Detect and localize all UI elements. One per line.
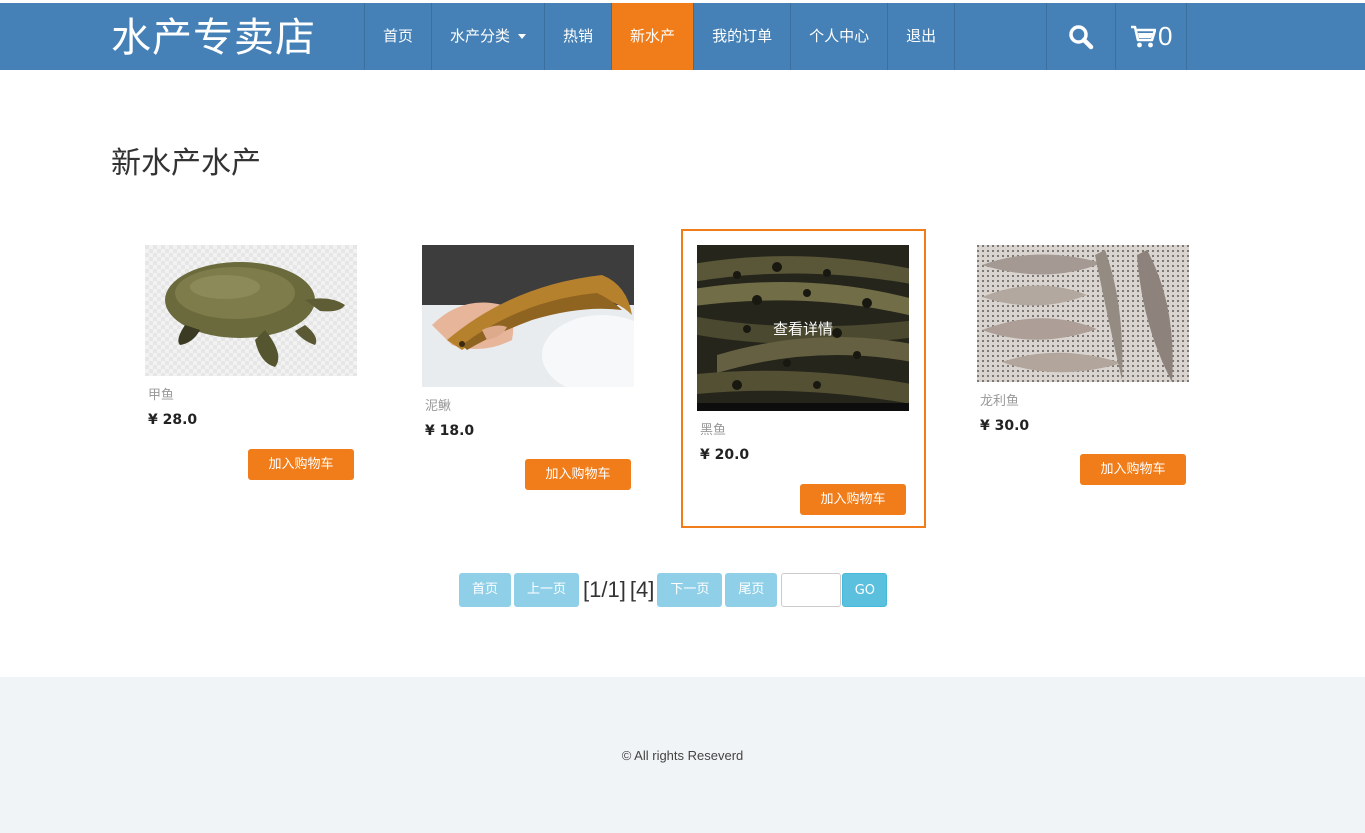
brand-logo[interactable]: 水产专卖店 <box>111 6 316 70</box>
last-page-button[interactable]: 尾页 <box>725 573 778 607</box>
copyright-text: © All rights Reseverd <box>621 748 744 763</box>
product-image-sole[interactable] <box>977 245 1189 382</box>
nav-item-hot[interactable]: 热销 <box>545 3 613 70</box>
search-icon <box>1069 24 1094 49</box>
product-name[interactable]: 泥鳅 <box>425 395 649 414</box>
view-details-overlay[interactable]: 查看详情 <box>697 245 909 411</box>
navbar: 水产专卖店 首页 水产分类 热销 新水产 我的订单 个人中心 退出 0 <box>0 3 1365 70</box>
cart-button[interactable]: 0 <box>1116 3 1188 70</box>
nav-item-profile[interactable]: 个人中心 <box>791 3 889 70</box>
add-to-cart-button[interactable]: 加入购物车 <box>1080 454 1186 485</box>
product-name[interactable]: 黑鱼 <box>700 419 924 438</box>
nav-item-home[interactable]: 首页 <box>365 3 433 70</box>
prev-page-button[interactable]: 上一页 <box>514 573 580 607</box>
nav-tools: 0 <box>1046 3 1188 70</box>
main-nav: 首页 水产分类 热销 新水产 我的订单 个人中心 退出 <box>364 3 956 70</box>
product-price: ¥ 20.0 <box>700 447 750 463</box>
page-title: 新水产水产 <box>111 146 261 181</box>
nav-item-logout[interactable]: 退出 <box>888 3 956 70</box>
next-page-button[interactable]: 下一页 <box>657 573 723 607</box>
nav-label: 个人中心 <box>809 27 870 45</box>
nav-label: 新水产 <box>630 27 676 45</box>
nav-label: 热销 <box>563 27 594 45</box>
product-price: ¥ 18.0 <box>425 423 475 439</box>
total-count: [4] <box>629 577 655 602</box>
go-button[interactable]: GO <box>842 573 888 607</box>
nav-label: 水产分类 <box>450 27 511 45</box>
page-number-input[interactable] <box>781 573 842 607</box>
product-image-loach[interactable] <box>422 245 634 387</box>
product-name[interactable]: 甲鱼 <box>148 384 372 403</box>
nav-label: 我的订单 <box>712 27 773 45</box>
product-name[interactable]: 龙利鱼 <box>980 390 1204 409</box>
first-page-button[interactable]: 首页 <box>459 573 512 607</box>
product-price: ¥ 28.0 <box>148 412 198 428</box>
cart-count: 0 <box>1158 21 1173 51</box>
nav-item-new[interactable]: 新水产 <box>612 3 695 70</box>
add-to-cart-button[interactable]: 加入购物车 <box>525 459 631 490</box>
pagination: 首页 上一页 [1/1] [4] 下一页 尾页 GO <box>459 573 888 607</box>
product-image-snakehead[interactable]: 查看详情 <box>697 245 909 411</box>
nav-item-orders[interactable]: 我的订单 <box>694 3 792 70</box>
nav-label: 首页 <box>383 27 414 45</box>
search-button[interactable] <box>1047 3 1116 70</box>
footer: © All rights Reseverd <box>0 677 1365 833</box>
shopping-cart-icon <box>1131 25 1156 47</box>
nav-label: 退出 <box>906 27 937 45</box>
product-card[interactable]: 查看详情 黑鱼 ¥ 20.0 加入购物车 <box>681 229 926 528</box>
product-price: ¥ 30.0 <box>980 418 1030 434</box>
product-card[interactable]: 龙利鱼 ¥ 30.0 加入购物车 <box>961 229 1206 504</box>
caret-down-icon <box>518 34 527 39</box>
product-card[interactable]: 泥鳅 ¥ 18.0 加入购物车 <box>406 229 651 509</box>
nav-item-category[interactable]: 水产分类 <box>432 3 546 70</box>
add-to-cart-button[interactable]: 加入购物车 <box>800 484 906 515</box>
page-indicator: [1/1] <box>583 577 626 602</box>
add-to-cart-button[interactable]: 加入购物车 <box>248 449 354 480</box>
product-card[interactable]: 甲鱼 ¥ 28.0 加入购物车 <box>129 229 374 499</box>
product-image-turtle[interactable] <box>145 245 357 376</box>
